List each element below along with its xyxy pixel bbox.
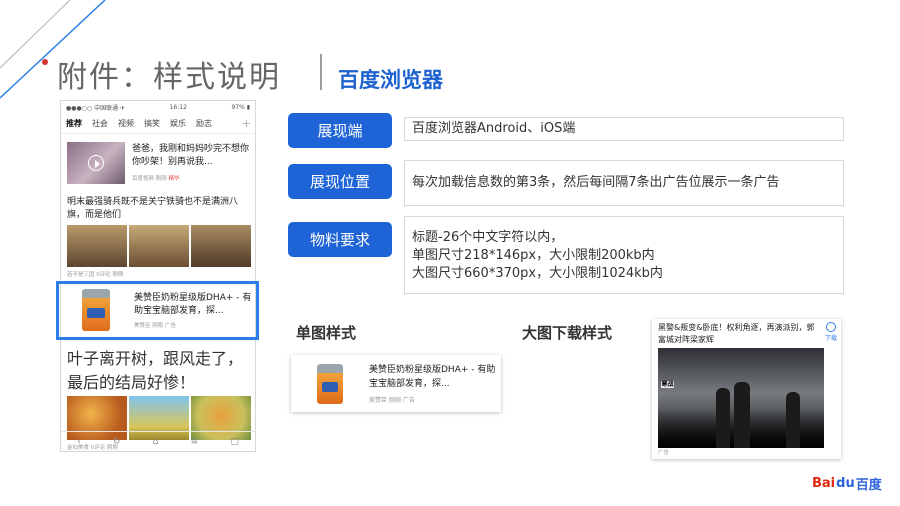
news-image (129, 225, 189, 267)
spec-label-display-end: 展现端 (288, 113, 392, 148)
spec-label-material: 物料要求 (288, 222, 392, 257)
tab-recommend[interactable]: 推荐 (61, 118, 87, 129)
video-thumbnail (67, 142, 125, 184)
figure-silhouette (786, 392, 800, 448)
figure-silhouette (716, 388, 730, 448)
download-icon (825, 322, 836, 332)
ad-highlight-frame (56, 281, 259, 340)
battery-text: 97% ▮ (231, 104, 250, 111)
news-title: 叶子离开树，跟风走了，最后的结局好惨！ (67, 349, 244, 392)
hot-badge: 精华 (168, 176, 180, 182)
big-image-sample-card[interactable]: 黑警&叛变&卧底！权利角逐，再演派别，郭富城对阵梁家辉 下载 寒战 广告 (652, 319, 841, 459)
news-item-three-images[interactable]: 明末最强骑兵既不是关宁铁骑也不是满洲八旗，而是他们 若不是三国 0评论 刚刚 (67, 196, 251, 278)
add-tab-icon[interactable]: + (242, 117, 251, 130)
big-sample-title: 黑警&叛变&卧底！权利角逐，再演派别，郭富城对阵梁家辉 (658, 323, 815, 344)
sample-meta: 美赞臣 刚刚 广告 (369, 397, 415, 404)
news-image (191, 225, 251, 267)
tab-video[interactable]: 视频 (113, 118, 139, 129)
phone-mockup: ●●●○○ 中国联通 ✈ 16:12 97% ▮ 推荐 社会 视频 搞笑 娱乐 … (60, 100, 256, 452)
big-sample-meta: 广告 (658, 450, 670, 456)
news-title: 明末最强骑兵既不是关宁铁骑也不是满洲八旗，而是他们 (67, 197, 239, 220)
tabs-icon[interactable]: ▢ (230, 437, 239, 447)
news-item-video[interactable]: 爸爸，我刚和妈妈吵完不想你你吵架！别再说我... 百度视频 刚刚 精华 (67, 139, 251, 189)
menu-icon[interactable]: ≡ (191, 437, 199, 447)
news-meta: 若不是三国 0评论 刚刚 (67, 272, 124, 278)
tab-funny[interactable]: 搞笑 (139, 118, 165, 129)
single-image-label: 单图样式 (296, 324, 357, 342)
refresh-icon[interactable]: ↻ (113, 437, 121, 447)
image-strip (67, 225, 251, 267)
news-meta: 百度视频 刚刚 精华 (132, 176, 180, 182)
spec-value-display-end: 百度浏览器Android、iOS端 (404, 117, 844, 141)
title-divider (320, 54, 322, 90)
big-image-download-label: 大图下载样式 (522, 324, 613, 342)
home-icon[interactable]: ⌂ (153, 437, 159, 447)
play-icon (88, 155, 104, 171)
figure-silhouette (734, 382, 750, 448)
bottom-navigation: ‹ ↻ ⌂ ≡ ▢ (61, 431, 255, 451)
tab-inspire[interactable]: 励志 (191, 118, 217, 129)
movie-poster: 寒战 (658, 348, 824, 448)
time-text: 16:12 (169, 104, 187, 111)
news-title: 爸爸，我刚和妈妈吵完不想你你吵架！别再说我... (132, 144, 250, 167)
spec-value-material: 标题-26个中文字符以内， 单图尺寸218*146px，大小限制200kb内 大… (404, 216, 844, 294)
spec-label-position: 展现位置 (288, 164, 392, 199)
product-image (317, 364, 343, 404)
page-title: 附件：样式说明 (57, 60, 281, 95)
back-icon[interactable]: ‹ (77, 437, 81, 447)
page-subtitle: 百度浏览器 (338, 68, 443, 92)
paw-icon: du (836, 476, 855, 491)
tab-entertainment[interactable]: 娱乐 (165, 118, 191, 129)
spec-value-position: 每次加载信息数的第3条，然后每间隔7条出广告位展示一条广告 (404, 160, 844, 206)
carrier-text: ●●●○○ 中国联通 ✈ (66, 105, 126, 112)
download-button[interactable]: 下载 (825, 322, 837, 342)
tab-society[interactable]: 社会 (87, 118, 113, 129)
news-image (67, 225, 127, 267)
poster-caption: 寒战 (661, 381, 674, 388)
sample-title: 美赞臣奶粉星级版DHA+ - 有助宝宝脑部发育，探... (369, 365, 496, 389)
single-image-sample-card[interactable]: 美赞臣奶粉星级版DHA+ - 有助宝宝脑部发育，探... 美赞臣 刚刚 广告 (291, 355, 501, 412)
category-tabs: 推荐 社会 视频 搞笑 娱乐 励志 + (61, 114, 255, 134)
baidu-logo: Bai du 百度 (812, 476, 882, 493)
status-bar: ●●●○○ 中国联通 ✈ 16:12 97% ▮ (61, 101, 255, 114)
